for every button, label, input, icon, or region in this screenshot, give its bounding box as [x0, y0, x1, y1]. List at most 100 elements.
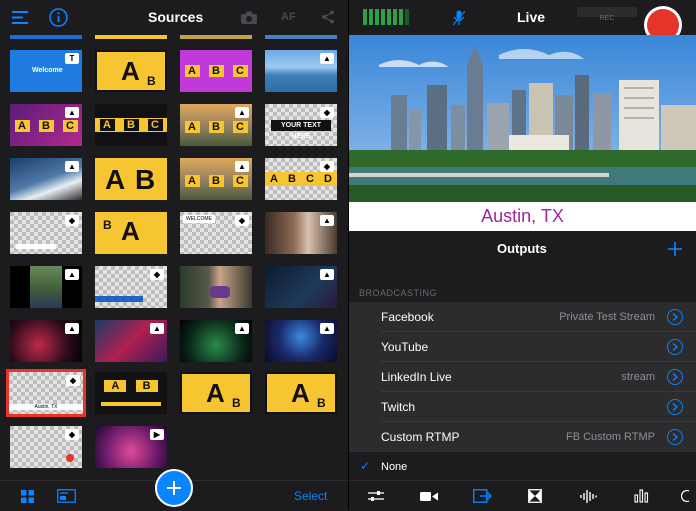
output-label: LinkedIn Live [381, 370, 452, 384]
source-tile-abcd[interactable]: ◆ A B C D [265, 158, 337, 200]
image-badge-icon: ▲ [235, 161, 249, 172]
sources-header: Sources AF [0, 0, 348, 35]
info-icon[interactable] [48, 7, 68, 27]
source-tile-abc-city[interactable]: ▲ A B C [180, 158, 252, 200]
menu-icon[interactable] [11, 8, 29, 26]
output-row-linkedin[interactable]: LinkedIn Live stream [349, 362, 696, 392]
source-tile-ab[interactable]: A B [180, 372, 252, 414]
source-tile-photo-concert[interactable]: ▲ [265, 320, 337, 362]
select-button[interactable]: Select [294, 489, 327, 503]
tile-letter: A [99, 119, 115, 131]
chevron-right-icon[interactable] [667, 369, 683, 385]
microphone-icon[interactable] [451, 9, 467, 26]
rec-indicator: REC [577, 7, 637, 22]
share-icon[interactable] [320, 9, 336, 25]
tile-letter: C [232, 121, 248, 133]
source-tile[interactable] [180, 35, 252, 39]
source-tile-welcome-small[interactable]: ◆ WELCOME [180, 212, 252, 254]
source-tile-welcome[interactable]: T Welcome [10, 50, 82, 92]
source-tile-austin-selected[interactable]: ◆ Austin, TX [6, 369, 86, 417]
source-tile-photo-mask[interactable] [180, 266, 252, 308]
live-title: Live [517, 9, 546, 25]
source-tile[interactable] [265, 35, 337, 39]
layers-badge-icon: ◆ [65, 215, 79, 226]
source-tile-your-text[interactable]: ◆ YOUR TEXT HERE [265, 104, 337, 146]
tile-letter: A [206, 378, 225, 408]
layers-badge-icon: ◆ [320, 107, 334, 118]
source-tile-photo-concert[interactable]: ▲ [10, 320, 82, 362]
tile-letter: B [317, 396, 326, 410]
tile-letter: B [103, 218, 112, 232]
source-tile-photo-couple[interactable]: ▲ [10, 266, 82, 308]
output-row-youtube[interactable]: YouTube [349, 332, 696, 362]
layers-badge-icon: ◆ [320, 161, 334, 172]
preview-caption: Austin, TX [481, 206, 564, 226]
tab-more[interactable] [669, 481, 696, 511]
sources-grid: T Welcome A B A B C ▲ ▲ A B C A B C ▲ A … [0, 35, 348, 480]
source-tile-video[interactable]: ▲ [265, 266, 337, 308]
image-badge-icon: ▲ [320, 323, 334, 334]
live-preview[interactable]: Austin, TX [349, 35, 696, 231]
tab-stats[interactable] [616, 481, 666, 511]
af-button[interactable]: AF [281, 11, 296, 23]
source-tile-photo-people[interactable]: ▲ [265, 212, 337, 254]
chevron-right-icon[interactable] [667, 399, 683, 415]
tile-letter: B [38, 120, 54, 132]
chevron-right-icon[interactable] [667, 429, 683, 445]
tile-letter: A [121, 216, 140, 246]
image-badge-icon: ▲ [65, 161, 79, 172]
output-row-twitch[interactable]: Twitch [349, 392, 696, 422]
tile-letter: A [184, 65, 200, 77]
source-tile-abc-city[interactable]: ▲ A B C [180, 104, 252, 146]
tab-transitions[interactable] [510, 481, 560, 511]
source-tile-ab[interactable]: A B [95, 50, 167, 92]
tab-audio[interactable] [563, 481, 613, 511]
tile-letter: A [184, 121, 200, 133]
source-tile[interactable] [10, 35, 82, 39]
source-tile-ab-black[interactable]: A B [95, 372, 167, 414]
source-tile-abc-purple[interactable]: A B C [180, 50, 252, 92]
chevron-right-icon[interactable] [667, 339, 683, 355]
tab-adjustments[interactable] [351, 481, 401, 511]
source-tile-logo[interactable]: ◆ [10, 426, 82, 468]
tab-camera[interactable] [404, 481, 454, 511]
source-tile-lowerthird[interactable]: ◆ [10, 212, 82, 254]
source-tile-photo[interactable]: ▲ [265, 50, 337, 92]
source-tile-photo[interactable]: ▲ [10, 158, 82, 200]
output-row-none[interactable]: ✓ None [349, 455, 696, 480]
image-badge-icon: ▲ [65, 107, 79, 118]
live-header: Live REC [349, 0, 696, 44]
tile-text: Austin, TX [9, 404, 83, 410]
source-tile-photo-concert[interactable]: ▲ [95, 320, 167, 362]
tile-letter: C [304, 173, 316, 185]
source-tile[interactable] [95, 35, 167, 39]
source-tile-abc-purple[interactable]: ▲ A B C [10, 104, 82, 146]
source-tile-photo-concert[interactable]: ▲ [180, 320, 252, 362]
grid-view-icon[interactable] [19, 488, 35, 504]
camera-icon[interactable] [240, 9, 258, 25]
source-tile-lowerthird[interactable]: ◆ [95, 266, 167, 308]
source-tile-abc-black[interactable]: A B C [95, 104, 167, 146]
tile-letter: B [286, 173, 298, 185]
tab-outputs[interactable] [457, 481, 507, 511]
tile-letter: B [208, 175, 224, 187]
source-tile-ab-corner[interactable]: A B [95, 212, 167, 254]
layers-badge-icon: ◆ [150, 269, 164, 280]
add-output-button[interactable] [666, 240, 684, 258]
source-tile-ab[interactable]: A B [265, 372, 337, 414]
source-tile-video-concert[interactable]: ▶ [95, 426, 167, 468]
add-source-button[interactable] [155, 469, 193, 507]
image-badge-icon: ▲ [320, 53, 334, 64]
tile-letter: B [232, 396, 241, 410]
sources-title: Sources [148, 9, 204, 25]
tile-letter: A [291, 378, 310, 408]
layout-view-icon[interactable] [56, 488, 76, 504]
outputs-header: Outputs [349, 231, 696, 267]
source-tile-ab-big[interactable]: A B [95, 158, 167, 200]
output-row-facebook[interactable]: Facebook Private Test Stream [349, 302, 696, 332]
sliders-icon [368, 491, 384, 501]
output-row-custom-rtmp[interactable]: Custom RTMP FB Custom RTMP [349, 422, 696, 452]
chevron-right-icon[interactable] [667, 309, 683, 325]
layers-badge-icon: ◆ [235, 215, 249, 226]
tile-text: Welcome [32, 67, 63, 74]
